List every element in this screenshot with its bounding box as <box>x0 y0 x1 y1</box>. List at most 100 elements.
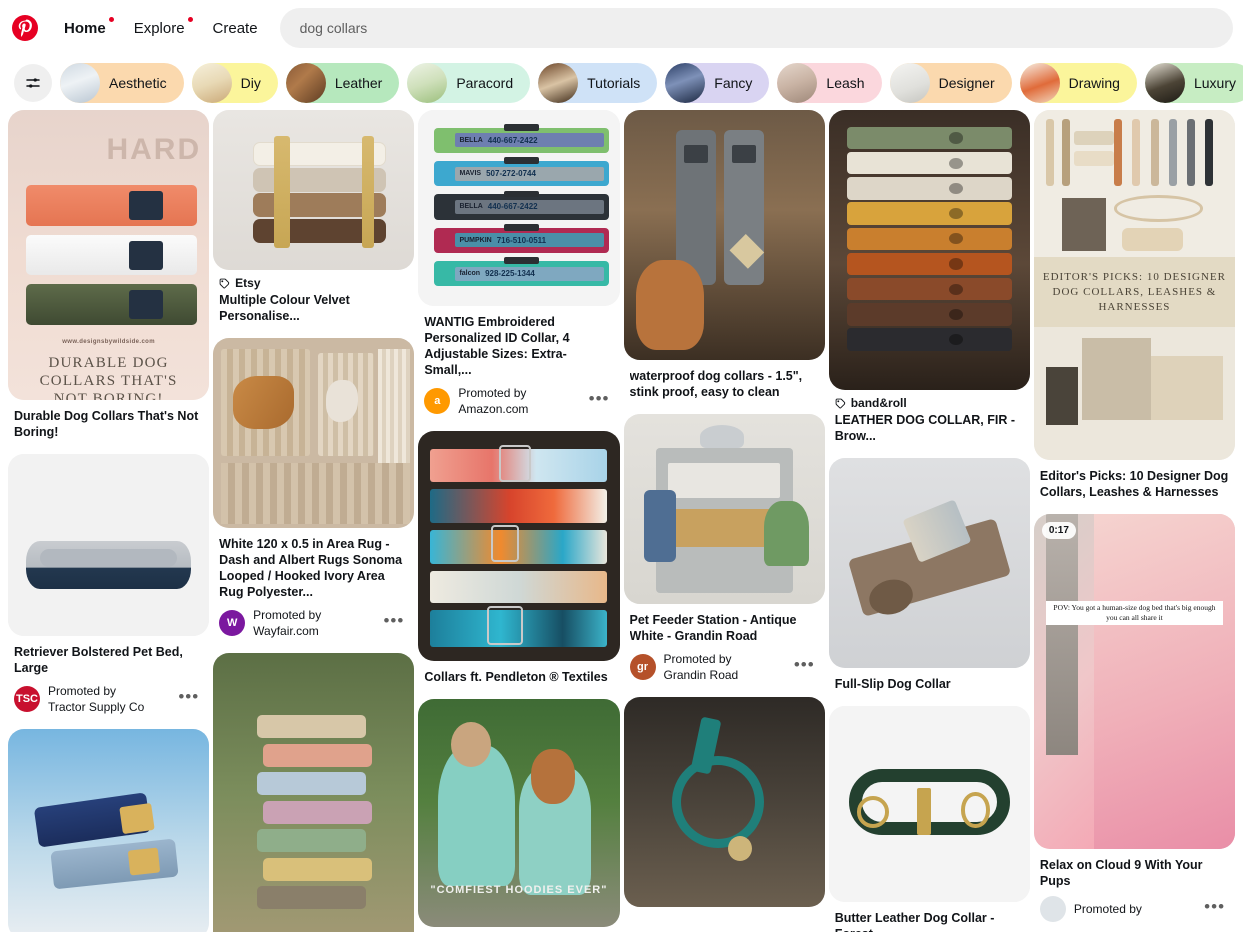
pin-image <box>8 454 210 636</box>
filter-chip-luxury[interactable]: Luxury <box>1144 63 1243 103</box>
pin-media[interactable] <box>828 110 1030 390</box>
pin-title: Retriever Bolstered Pet Bed, Large <box>14 645 183 675</box>
tune-icon[interactable] <box>14 64 52 102</box>
nav-explore-notification-dot <box>187 16 193 22</box>
pin-overflow-menu-icon[interactable]: ••• <box>174 688 203 710</box>
nav-home-label: Home <box>64 19 106 37</box>
pin-column-1: HARD www.designsbywildside.com DURABLE D… <box>8 110 210 932</box>
pin-pet-feeder-station[interactable]: Pet Feeder Station - Antique White - Gra… <box>623 414 825 683</box>
pin-title: Editor's Picks: 10 Designer Dog Collars,… <box>1039 469 1229 499</box>
pin-butter-leather-dog-collar[interactable]: Butter Leather Dog Collar - Forest... <box>828 706 1030 932</box>
filter-chip-designer[interactable]: Designer <box>889 63 1012 103</box>
pinterest-logo[interactable] <box>8 11 42 45</box>
promoter-name[interactable]: Tractor Supply Co <box>48 699 166 715</box>
search-input[interactable] <box>297 19 1215 37</box>
filter-chip-thumbnail <box>60 63 100 103</box>
pin-media[interactable]: POV: You got a human-size dog bed that's… <box>1033 514 1236 849</box>
pin-title: Collars ft. Pendleton ® Textiles <box>424 670 608 684</box>
pin-forest-collar-stack[interactable] <box>213 653 415 932</box>
nav-explore[interactable]: Explore <box>120 10 199 47</box>
promoter-avatar[interactable]: W <box>219 610 246 636</box>
pin-media[interactable] <box>828 706 1030 902</box>
promoter-avatar[interactable]: a <box>424 388 451 414</box>
pin-retriever-pet-bed[interactable]: Retriever Bolstered Pet Bed, Large TSC Pro… <box>8 454 210 715</box>
filter-chip-paracord[interactable]: Paracord <box>407 63 531 103</box>
pin-wantig-personalized-id-collar[interactable]: BELLA 440-667-2422 MAVIS 507-272-0744 BE… <box>418 110 620 417</box>
filter-chip-thumbnail <box>889 63 930 103</box>
pin-media[interactable] <box>213 110 415 270</box>
pin-grid: HARD www.designsbywildside.com DURABLE D… <box>0 110 1243 932</box>
pin-full-slip-dog-collar[interactable]: Full-Slip Dog Collar <box>828 458 1030 692</box>
promoted-row: gr Promoted by Grandin Road ••• <box>629 651 819 683</box>
pin-white-area-rug[interactable]: White 120 x 0.5 in Area Rug - Dash and A… <box>213 338 415 639</box>
filter-chip-label: Tutorials <box>587 75 641 91</box>
pin-overflow-menu-icon[interactable]: ••• <box>1200 898 1229 920</box>
pin-image <box>623 414 825 604</box>
pin-media[interactable] <box>8 454 210 636</box>
pin-media[interactable] <box>213 653 415 932</box>
pin-media[interactable] <box>213 338 415 528</box>
pin-source[interactable]: Etsy <box>219 276 408 290</box>
pin-overflow-menu-icon[interactable]: ••• <box>790 656 819 678</box>
filter-chip-aesthetic[interactable]: Aesthetic <box>60 63 184 103</box>
pin-media[interactable] <box>623 697 825 907</box>
filter-chip-label: Luxury <box>1193 75 1236 91</box>
pin-source[interactable]: band&roll <box>835 396 1024 410</box>
pin-image <box>623 110 825 360</box>
filter-chip-drawing[interactable]: Drawing <box>1019 63 1137 103</box>
pin-caption: waterproof dog collars - 1.5", stink pro… <box>624 360 825 400</box>
filter-chip-label: Leash <box>826 75 865 91</box>
promoter-avatar[interactable]: gr <box>629 654 656 680</box>
pin-media[interactable] <box>623 110 825 360</box>
pin-velvet-personalised-collar[interactable]: Etsy Multiple Colour Velvet Personalise..… <box>213 110 415 324</box>
id-collar-row: MAVIS 507-272-0744 <box>434 157 610 187</box>
pin-column-6: EDITOR'S PICKS: 10 DESIGNER DOG COLLARS,… <box>1033 110 1236 932</box>
promoter-name[interactable]: Wayfair.com <box>253 623 371 639</box>
promoted-by-label: Promoted by <box>663 652 732 666</box>
pin-caption: Pet Feeder Station - Antique White - Gra… <box>624 604 825 683</box>
pin-media[interactable] <box>418 431 620 661</box>
pin-teal-rope-collar[interactable] <box>623 697 825 907</box>
pin-pendleton-collars[interactable]: Collars ft. Pendleton ® Textiles <box>418 431 620 685</box>
filter-chip-thumbnail <box>1019 63 1060 103</box>
filter-chip-tutorials[interactable]: Tutorials <box>538 63 658 103</box>
pin-media[interactable]: EDITOR'S PICKS: 10 DESIGNER DOG COLLARS,… <box>1033 110 1236 460</box>
pin-media[interactable]: BELLA 440-667-2422 MAVIS 507-272-0744 BE… <box>418 110 620 306</box>
filter-chip-label: Paracord <box>456 75 514 91</box>
pin-title: Pet Feeder Station - Antique White - Gra… <box>629 613 797 643</box>
pin-relax-on-cloud-9-video[interactable]: POV: You got a human-size dog bed that's… <box>1033 514 1236 922</box>
promoter-avatar[interactable] <box>1039 896 1066 922</box>
nav-home[interactable]: Home <box>50 10 120 47</box>
pin-title: Relax on Cloud 9 With Your Pups <box>1039 858 1203 888</box>
filter-chip-diy[interactable]: Diy <box>191 63 278 103</box>
nav-explore-label: Explore <box>133 19 185 37</box>
promoter-name[interactable]: Grandin Road <box>664 667 782 683</box>
pin-overflow-menu-icon[interactable]: ••• <box>585 390 614 412</box>
promoter-avatar[interactable]: TSC <box>14 686 40 712</box>
filter-chip-leather[interactable]: Leather <box>285 63 400 103</box>
nav-create[interactable]: Create <box>199 10 272 47</box>
filter-chip-leash[interactable]: Leash <box>777 63 882 103</box>
pin-comfiest-hoodies[interactable]: "COMFIEST HOODIES EVER" <box>418 699 620 927</box>
pin-source-label: Etsy <box>235 276 261 290</box>
pin-media[interactable] <box>8 729 210 932</box>
pin-overflow-menu-icon[interactable]: ••• <box>379 612 408 634</box>
pin-leather-dog-collar-fir[interactable]: band&roll LEATHER DOG COLLAR, FIR - Brow.… <box>828 110 1030 444</box>
pin-media[interactable]: "COMFIEST HOODIES EVER" <box>418 699 620 927</box>
promoter-name[interactable]: Amazon.com <box>458 401 576 417</box>
pin-blue-collar-pin[interactable] <box>8 729 210 932</box>
pin-editors-picks-designer-collars[interactable]: EDITOR'S PICKS: 10 DESIGNER DOG COLLARS,… <box>1033 110 1236 500</box>
pin-media[interactable]: HARD www.designsbywildside.com DURABLE D… <box>8 110 210 400</box>
promoted-by-text: Promoted by Tractor Supply Co <box>48 683 166 715</box>
pin-title: Full-Slip Dog Collar <box>834 677 951 691</box>
pin-image <box>213 338 415 528</box>
price-tag-icon <box>835 398 845 408</box>
pin-waterproof-dog-collars[interactable]: waterproof dog collars - 1.5", stink pro… <box>623 110 825 400</box>
filter-chip-fancy[interactable]: Fancy <box>665 63 770 103</box>
pin-media[interactable] <box>623 414 825 604</box>
promoted-row: TSC Promoted by Tractor Supply Co ••• <box>14 683 203 715</box>
search-bar[interactable] <box>279 8 1233 48</box>
pin-durable-dog-collars[interactable]: HARD www.designsbywildside.com DURABLE D… <box>8 110 210 440</box>
pin-media[interactable] <box>828 458 1030 668</box>
pin-caption: Relax on Cloud 9 With Your Pups Promoted … <box>1034 849 1235 922</box>
